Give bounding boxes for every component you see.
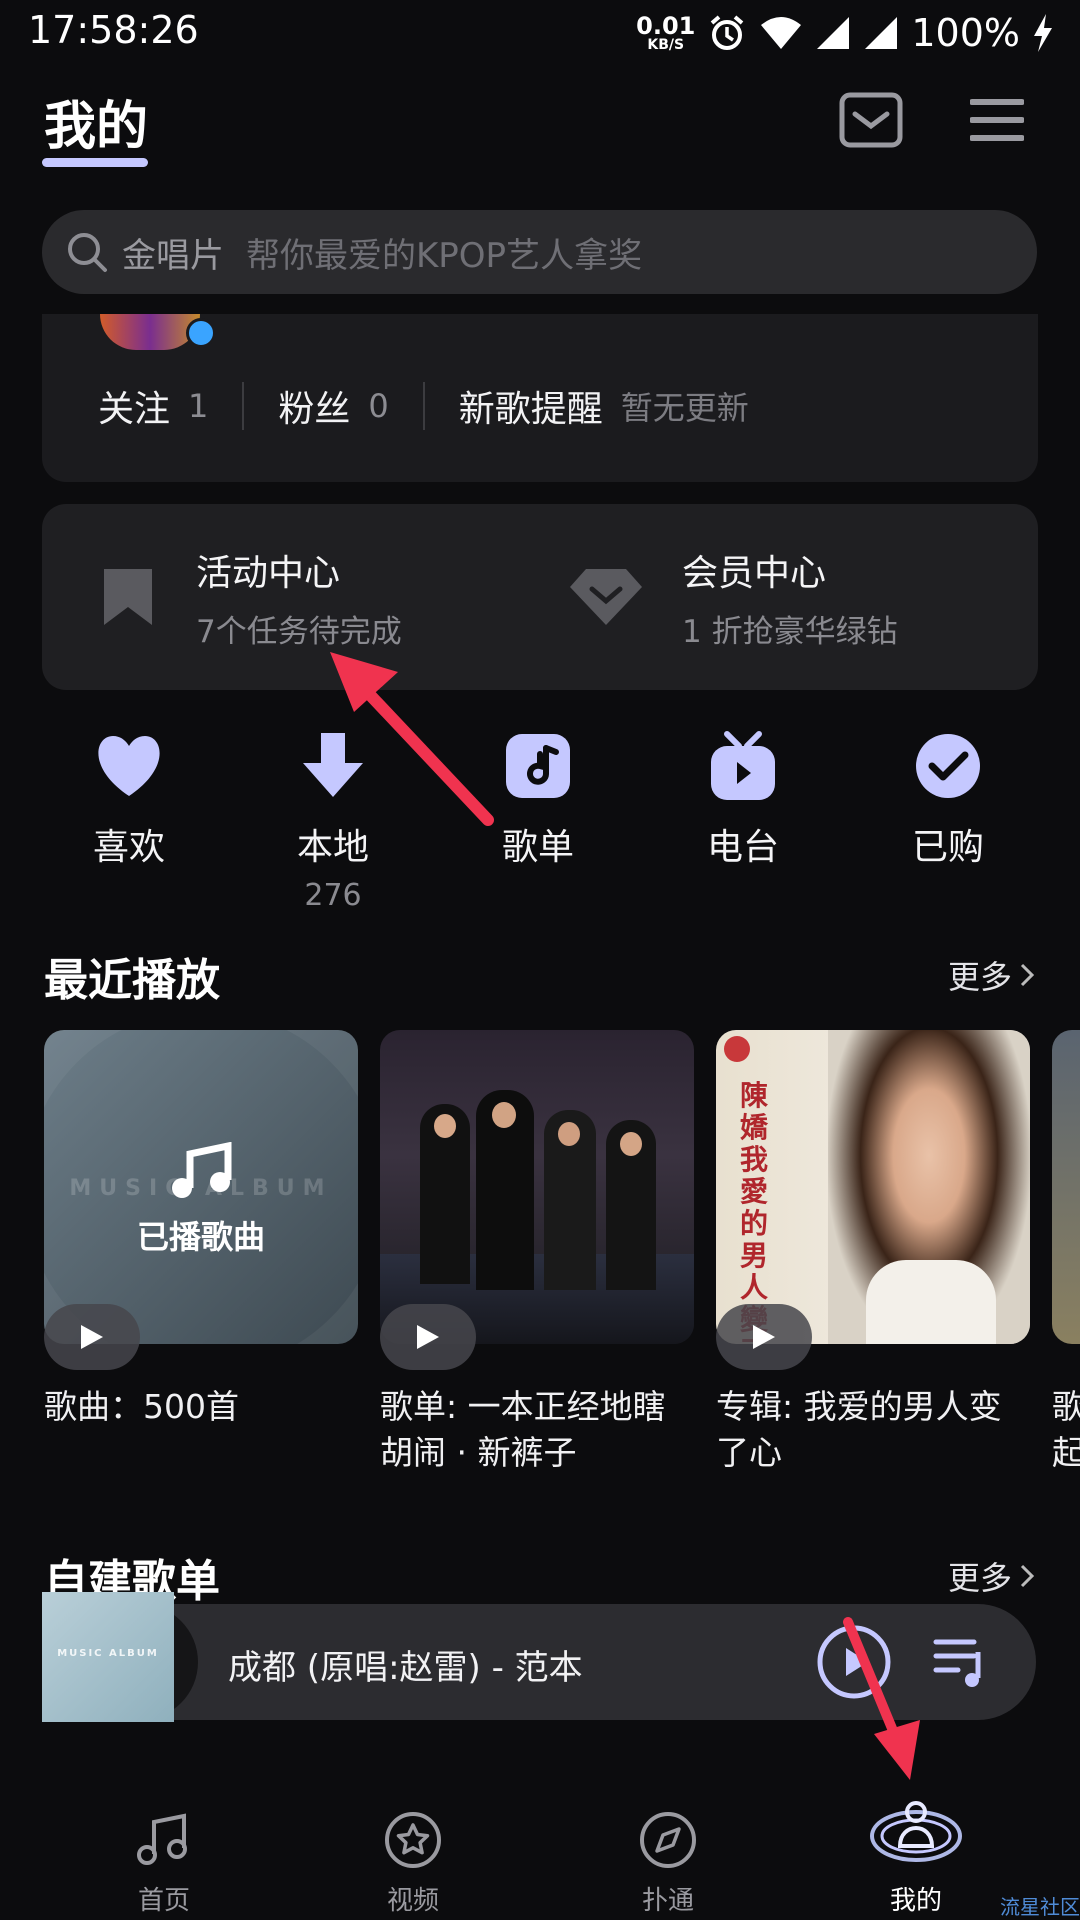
watermark: 流星社区 bbox=[1000, 1895, 1080, 1919]
annotation-arrows bbox=[330, 652, 920, 1780]
